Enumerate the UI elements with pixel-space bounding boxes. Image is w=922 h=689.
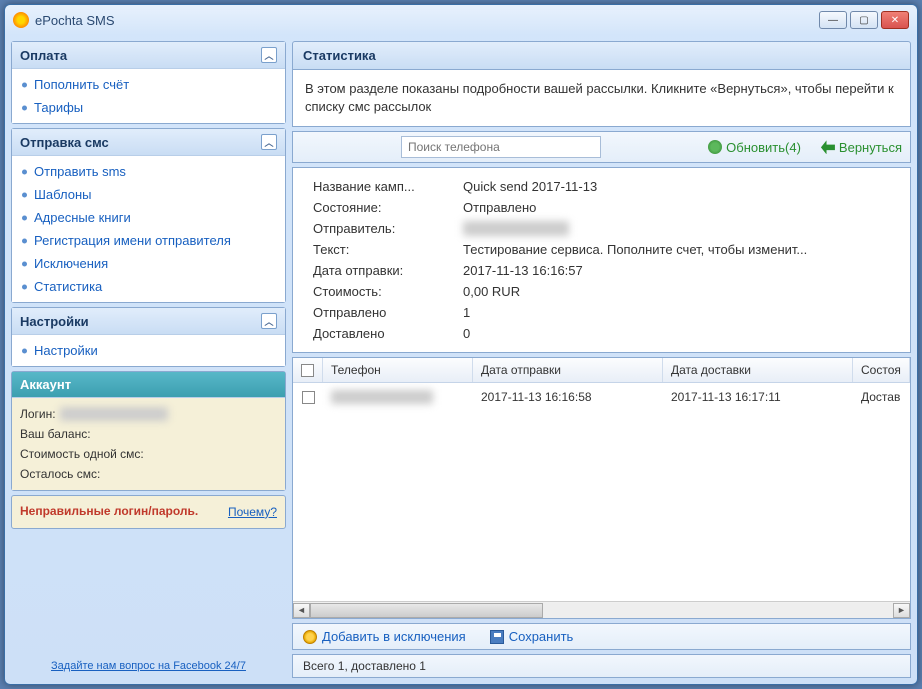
- titlebar: ePochta SMS — ▢ ✕: [5, 5, 917, 35]
- facebook-link[interactable]: Задайте нам вопрос на Facebook 24/7: [11, 654, 286, 678]
- cell-sent: 2017-11-13 16:16:58: [473, 387, 663, 407]
- account-login: Логин: xxxxxxxx: [20, 404, 277, 424]
- nav-send-sms[interactable]: Отправить sms: [12, 160, 285, 183]
- save-icon: [490, 630, 504, 644]
- scroll-left-icon[interactable]: ◄: [293, 603, 310, 618]
- nav-address-books[interactable]: Адресные книги: [12, 206, 285, 229]
- panel-settings: Настройки ︿ Настройки: [11, 307, 286, 367]
- page-description: В этом разделе показаны подробности ваше…: [292, 70, 911, 127]
- page-title: Статистика: [292, 41, 911, 70]
- scroll-thumb[interactable]: [310, 603, 543, 618]
- detail-label: Стоимость:: [313, 284, 463, 299]
- panel-title: Настройки: [20, 314, 89, 329]
- panel-account: Аккаунт Логин: xxxxxxxx Ваш баланс: Стои…: [11, 371, 286, 491]
- app-icon: [13, 12, 29, 28]
- table-row[interactable]: xxxxxxx2017-11-13 16:16:582017-11-13 16:…: [293, 383, 910, 411]
- column-state[interactable]: Состоя: [853, 358, 910, 382]
- error-text: Неправильные логин/пароль.: [20, 504, 198, 520]
- nav-exclusions[interactable]: Исключения: [12, 252, 285, 275]
- why-link[interactable]: Почему?: [228, 505, 277, 519]
- horizontal-scrollbar[interactable]: ◄ ►: [293, 601, 910, 618]
- account-balance: Ваш баланс:: [20, 424, 277, 444]
- cell-state: Достав: [853, 387, 910, 407]
- detail-value: 0,00 RUR: [463, 284, 520, 299]
- panel-title: Аккаунт: [20, 377, 71, 392]
- back-button[interactable]: Вернуться: [821, 140, 902, 155]
- nav-topup[interactable]: Пополнить счёт: [12, 73, 285, 96]
- detail-label: Доставлено: [313, 326, 463, 341]
- add-to-exclusions-button[interactable]: Добавить в исключения: [303, 629, 466, 644]
- bottom-toolbar: Добавить в исключения Сохранить: [292, 623, 911, 650]
- detail-value: Quick send 2017-11-13: [463, 179, 597, 194]
- panel-title: Оплата: [20, 48, 67, 63]
- warning-icon: [303, 630, 317, 644]
- column-phone[interactable]: Телефон: [323, 358, 473, 382]
- column-checkbox[interactable]: [293, 358, 323, 382]
- panel-title: Отправка смс: [20, 135, 109, 150]
- collapse-icon[interactable]: ︿: [261, 47, 277, 63]
- detail-value: 2017-11-13 16:16:57: [463, 263, 583, 278]
- detail-label: Дата отправки:: [313, 263, 463, 278]
- panel-header-settings[interactable]: Настройки ︿: [12, 308, 285, 335]
- collapse-icon[interactable]: ︿: [261, 313, 277, 329]
- detail-label: Отправитель:: [313, 221, 463, 236]
- checkbox-icon[interactable]: [301, 364, 314, 377]
- maximize-button[interactable]: ▢: [850, 11, 878, 29]
- collapse-icon[interactable]: ︿: [261, 134, 277, 150]
- panel-header-payment[interactable]: Оплата ︿: [12, 42, 285, 69]
- back-icon: [821, 140, 835, 154]
- detail-value: Отправлено: [463, 200, 536, 215]
- toolbar: Обновить(4) Вернуться: [292, 131, 911, 163]
- row-checkbox[interactable]: [302, 391, 315, 404]
- detail-value: 1: [463, 305, 470, 320]
- refresh-button[interactable]: Обновить(4): [708, 140, 801, 155]
- close-button[interactable]: ✕: [881, 11, 909, 29]
- detail-label: Состояние:: [313, 200, 463, 215]
- panel-header-send[interactable]: Отправка смс ︿: [12, 129, 285, 156]
- account-sms-cost: Стоимость одной смс:: [20, 444, 277, 464]
- status-bar: Всего 1, доставлено 1: [292, 654, 911, 678]
- detail-value: Тестирование сервиса. Пополните счет, чт…: [463, 242, 807, 257]
- refresh-icon: [708, 140, 722, 154]
- cell-delivered: 2017-11-13 16:17:11: [663, 387, 853, 407]
- nav-statistics[interactable]: Статистика: [12, 275, 285, 298]
- scroll-right-icon[interactable]: ►: [893, 603, 910, 618]
- column-delivery-date[interactable]: Дата доставки: [663, 358, 853, 382]
- panel-header-account: Аккаунт: [12, 372, 285, 398]
- panel-payment: Оплата ︿ Пополнить счёт Тарифы: [11, 41, 286, 124]
- save-button[interactable]: Сохранить: [490, 629, 574, 644]
- cell-phone: xxxxxxx: [323, 387, 473, 407]
- detail-value: xxxxxxx: [463, 221, 569, 236]
- nav-sender-registration[interactable]: Регистрация имени отправителя: [12, 229, 285, 252]
- search-input[interactable]: [401, 136, 601, 158]
- detail-label: Название камп...: [313, 179, 463, 194]
- minimize-button[interactable]: —: [819, 11, 847, 29]
- campaign-details: Название камп...Quick send 2017-11-13Сос…: [292, 167, 911, 353]
- detail-value: 0: [463, 326, 470, 341]
- detail-label: Отправлено: [313, 305, 463, 320]
- window-title: ePochta SMS: [35, 13, 115, 28]
- account-sms-remaining: Осталось смс:: [20, 464, 277, 484]
- nav-settings[interactable]: Настройки: [12, 339, 285, 362]
- panel-send: Отправка смс ︿ Отправить sms Шаблоны Адр…: [11, 128, 286, 303]
- column-sent-date[interactable]: Дата отправки: [473, 358, 663, 382]
- results-table: Телефон Дата отправки Дата доставки Сост…: [292, 357, 911, 619]
- nav-templates[interactable]: Шаблоны: [12, 183, 285, 206]
- nav-tariffs[interactable]: Тарифы: [12, 96, 285, 119]
- error-panel: Неправильные логин/пароль. Почему?: [11, 495, 286, 529]
- detail-label: Текст:: [313, 242, 463, 257]
